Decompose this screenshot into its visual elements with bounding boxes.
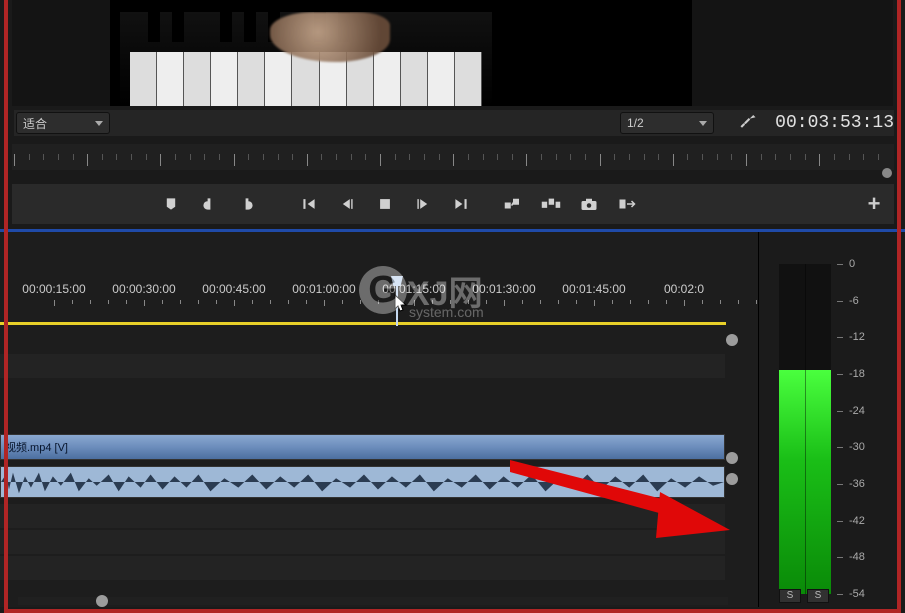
video-clip[interactable]: 视频.mp4 [V] [0,434,725,460]
meter-scale-label: -48 [849,551,865,563]
track-row[interactable] [0,504,725,528]
meter-scale-label: -54 [849,588,865,600]
ruler-label: 00:02:0 [664,282,704,296]
chevron-down-icon [95,121,103,126]
scroll-handle-icon[interactable] [726,334,738,346]
track-row[interactable] [0,556,725,580]
ruler-label: 00:01:15:00 [382,282,445,296]
go-to-in-button[interactable] [290,188,328,220]
preview-ruler[interactable] [12,144,894,170]
export-frame-button[interactable] [570,188,608,220]
clip-label: 视频.mp4 [V] [5,439,68,455]
meter-scale-label: -36 [849,478,865,490]
add-button[interactable]: + [868,191,881,217]
ruler-label: 00:00:30:00 [112,282,175,296]
meter-scale-label: -42 [849,515,865,527]
step-back-button[interactable] [328,188,366,220]
transport-bar: + [12,184,894,224]
waveform-icon [1,467,724,497]
horizontal-scrollbar[interactable] [18,597,728,605]
ruler-handle-icon[interactable] [882,168,892,178]
ruler-label: 00:01:30:00 [472,282,535,296]
add-marker-button[interactable] [152,188,190,220]
audio-meter-panel: 0 -6 -12 -18 -24 -30 -36 -42 -48 -54 S S [758,232,897,607]
meter-scale-label: -24 [849,405,865,417]
preview-controls-row: 适合 1/2 00:03:53:13 [14,110,894,136]
go-to-out-button[interactable] [442,188,480,220]
audio-meter [779,264,831,594]
chevron-down-icon [699,121,707,126]
ruler-label: 00:00:15:00 [22,282,85,296]
audio-clip[interactable] [0,466,725,498]
meter-scale: 0-6-12-18-24-30-36-42-48-54 [837,264,885,594]
preview-image [110,0,692,106]
work-area-bar[interactable] [0,322,726,325]
zoom-select[interactable]: 适合 [16,112,110,134]
mark-in-button[interactable] [190,188,228,220]
meter-scale-label: -30 [849,441,865,453]
lift-button[interactable] [494,188,532,220]
meter-scale-label: -18 [849,368,865,380]
step-forward-button[interactable] [404,188,442,220]
meter-scale-label: -6 [849,295,859,307]
settings-wrench-icon[interactable] [739,112,757,135]
preview-panel [12,0,893,106]
timeline-panel: 00:00:15:00 00:00:30:00 00:00:45:00 00:01:0… [0,232,758,607]
track-row[interactable] [0,530,725,554]
scroll-handle-icon[interactable] [726,473,738,485]
quality-select-value: 1/2 [627,116,644,130]
ruler-label: 00:00:45:00 [202,282,265,296]
mouse-cursor-icon [394,294,408,312]
insert-button[interactable] [608,188,646,220]
solo-button[interactable]: S [807,589,829,603]
meter-scale-label: 0 [849,258,855,270]
scroll-handle-icon[interactable] [96,595,108,607]
solo-button[interactable]: S [779,589,801,603]
track-row[interactable] [0,354,725,378]
ruler-label: 00:01:00:00 [292,282,355,296]
tracks-area: 视频.mp4 [V] [0,352,740,612]
mark-out-button[interactable] [228,188,266,220]
meter-scale-label: -12 [849,331,865,343]
piano-graphic [120,12,492,106]
play-stop-button[interactable] [366,188,404,220]
quality-select[interactable]: 1/2 [620,112,714,134]
timeline-ruler[interactable]: 00:00:15:00 00:00:30:00 00:00:45:00 00:01:0… [14,282,734,312]
scroll-handle-icon[interactable] [726,452,738,464]
zoom-select-value: 适合 [23,115,47,132]
extract-button[interactable] [532,188,570,220]
timecode-display: 00:03:53:13 [775,113,894,133]
ruler-label: 00:01:45:00 [562,282,625,296]
